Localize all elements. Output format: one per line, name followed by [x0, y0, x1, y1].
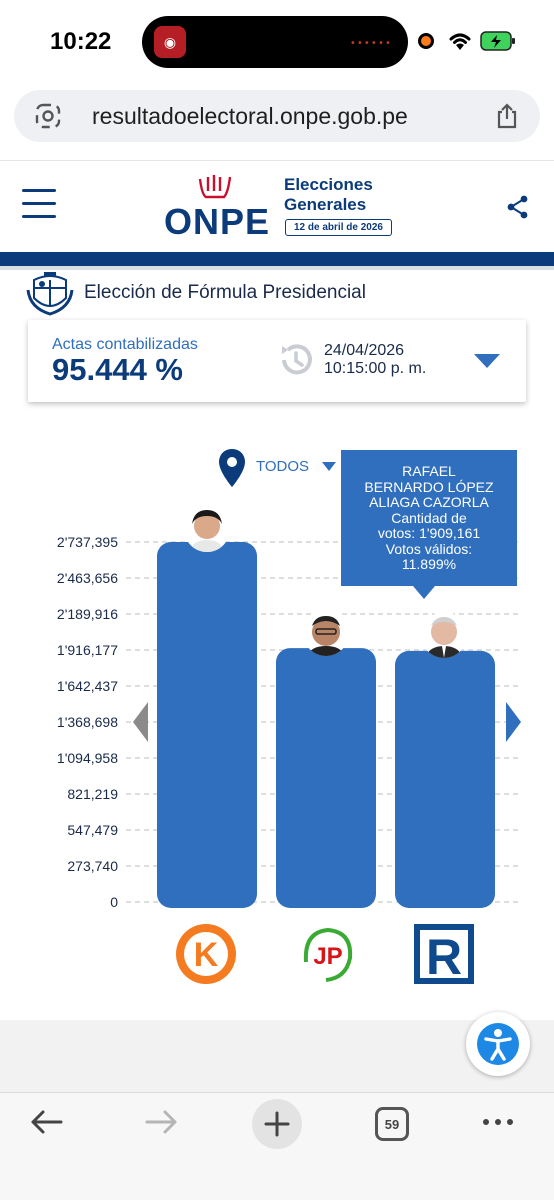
location-pin-icon[interactable] — [218, 448, 246, 488]
election-date-badge: 12 de abril de 2026 — [285, 219, 392, 236]
new-tab-button[interactable] — [252, 1099, 302, 1149]
url-bar[interactable]: resultadoelectoral.onpe.gob.pe — [14, 90, 540, 142]
menu-icon[interactable] — [22, 189, 56, 219]
y-tick-label: 2'463,656 — [57, 570, 118, 586]
actas-time: 10:15:00 p. m. — [324, 360, 427, 377]
candidate-avatar-1 — [184, 506, 230, 552]
y-tick-label: 273,740 — [67, 858, 118, 874]
candidate-tooltip: RAFAEL BERNARDO LÓPEZ ALIAGA CAZORLA Can… — [341, 450, 517, 586]
y-tick-label: 0 — [110, 894, 118, 910]
url-text[interactable]: resultadoelectoral.onpe.gob.pe — [92, 103, 408, 130]
island-app-icon: ◉ — [154, 26, 186, 58]
party-logo-juntos-por-el-peru-icon[interactable]: JP — [296, 922, 360, 986]
bar-3 — [395, 650, 495, 908]
filter-label[interactable]: TODOS — [256, 458, 309, 475]
share-page-icon[interactable] — [494, 102, 520, 130]
party-logo-fuerza-popular-icon[interactable]: K — [174, 922, 238, 986]
island-dots: •••••• — [349, 38, 392, 49]
header-title-line1: Elecciones — [284, 175, 373, 194]
tooltip-line: 11.899% — [401, 556, 457, 572]
y-tick-label: 1'916,177 — [57, 642, 118, 658]
tooltip-line: RAFAEL — [402, 463, 456, 479]
y-tick-label: 1'368,698 — [57, 714, 118, 730]
forward-arrow-icon[interactable] — [144, 1107, 180, 1137]
onpe-logo[interactable]: ONPE — [164, 201, 270, 243]
tabs-count-button[interactable]: 59 — [375, 1107, 409, 1141]
accessibility-button[interactable] — [466, 1012, 530, 1076]
header-title: Elecciones Generales — [284, 175, 404, 215]
dynamic-island: ◉ •••••• — [142, 16, 408, 68]
more-options-icon[interactable] — [480, 1107, 516, 1137]
recording-indicator-icon — [418, 33, 434, 49]
party-logo-letter-2: JP — [313, 943, 342, 970]
wifi-icon — [449, 33, 471, 50]
tooltip-line: ALIAGA CAZORLA — [369, 494, 489, 510]
y-tick-label: 1'642,437 — [57, 678, 118, 694]
y-tick-label: 2'737,395 — [57, 534, 118, 550]
status-bar: 10:22 ◉ •••••• — [0, 0, 554, 82]
chart-prev-arrow-icon[interactable] — [133, 702, 148, 742]
header-stripe-shadow — [0, 266, 554, 270]
actas-date: 24/04/2026 — [324, 342, 405, 359]
battery-icon — [480, 31, 515, 51]
status-time: 10:22 — [50, 28, 112, 55]
plus-icon — [264, 1111, 290, 1137]
actas-card[interactable]: Actas contabilizadas 95.444 % 24/04/2026… — [28, 320, 526, 402]
back-arrow-icon[interactable] — [28, 1107, 64, 1137]
y-tick-label: 821,219 — [67, 786, 118, 802]
y-tick-label: 547,479 — [67, 822, 118, 838]
candidate-avatar-3 — [421, 612, 467, 658]
share-icon[interactable] — [506, 195, 530, 219]
tooltip-line: votos: 1'909,161 — [377, 525, 481, 541]
party-logo-renovacion-popular-icon[interactable]: R — [412, 922, 476, 986]
filter-caret-icon[interactable] — [322, 462, 336, 471]
accessibility-icon — [477, 1023, 519, 1065]
y-tick-label: 2'189,916 — [57, 606, 118, 622]
chevron-down-icon[interactable] — [474, 354, 500, 368]
tooltip-arrow — [413, 586, 435, 599]
bar-1 — [157, 542, 257, 908]
bar-2 — [276, 648, 376, 908]
site-header: ONPE Elecciones Generales 12 de abril de… — [0, 160, 554, 252]
tooltip-line: BERNARDO LÓPEZ — [364, 478, 494, 495]
tooltip-line: Votos válidos: — [385, 540, 473, 557]
header-stripe — [0, 252, 554, 266]
coat-of-arms-icon — [26, 272, 74, 316]
party-logo-letter-3: R — [426, 929, 462, 985]
chart-next-arrow-icon[interactable] — [506, 702, 521, 742]
header-title-line2: Generales — [284, 195, 367, 214]
actas-value: 95.444 % — [52, 352, 183, 387]
tooltip-line: Cantidad de — [391, 509, 467, 526]
y-tick-label: 1'094,958 — [57, 750, 118, 766]
lens-icon[interactable] — [34, 102, 62, 130]
browser-toolbar: 59 — [0, 1092, 554, 1200]
party-logo-letter-1: K — [194, 936, 219, 974]
clock-icon — [282, 344, 312, 375]
section-title: Elección de Fórmula Presidencial — [84, 282, 366, 303]
candidate-avatar-2 — [303, 610, 349, 656]
